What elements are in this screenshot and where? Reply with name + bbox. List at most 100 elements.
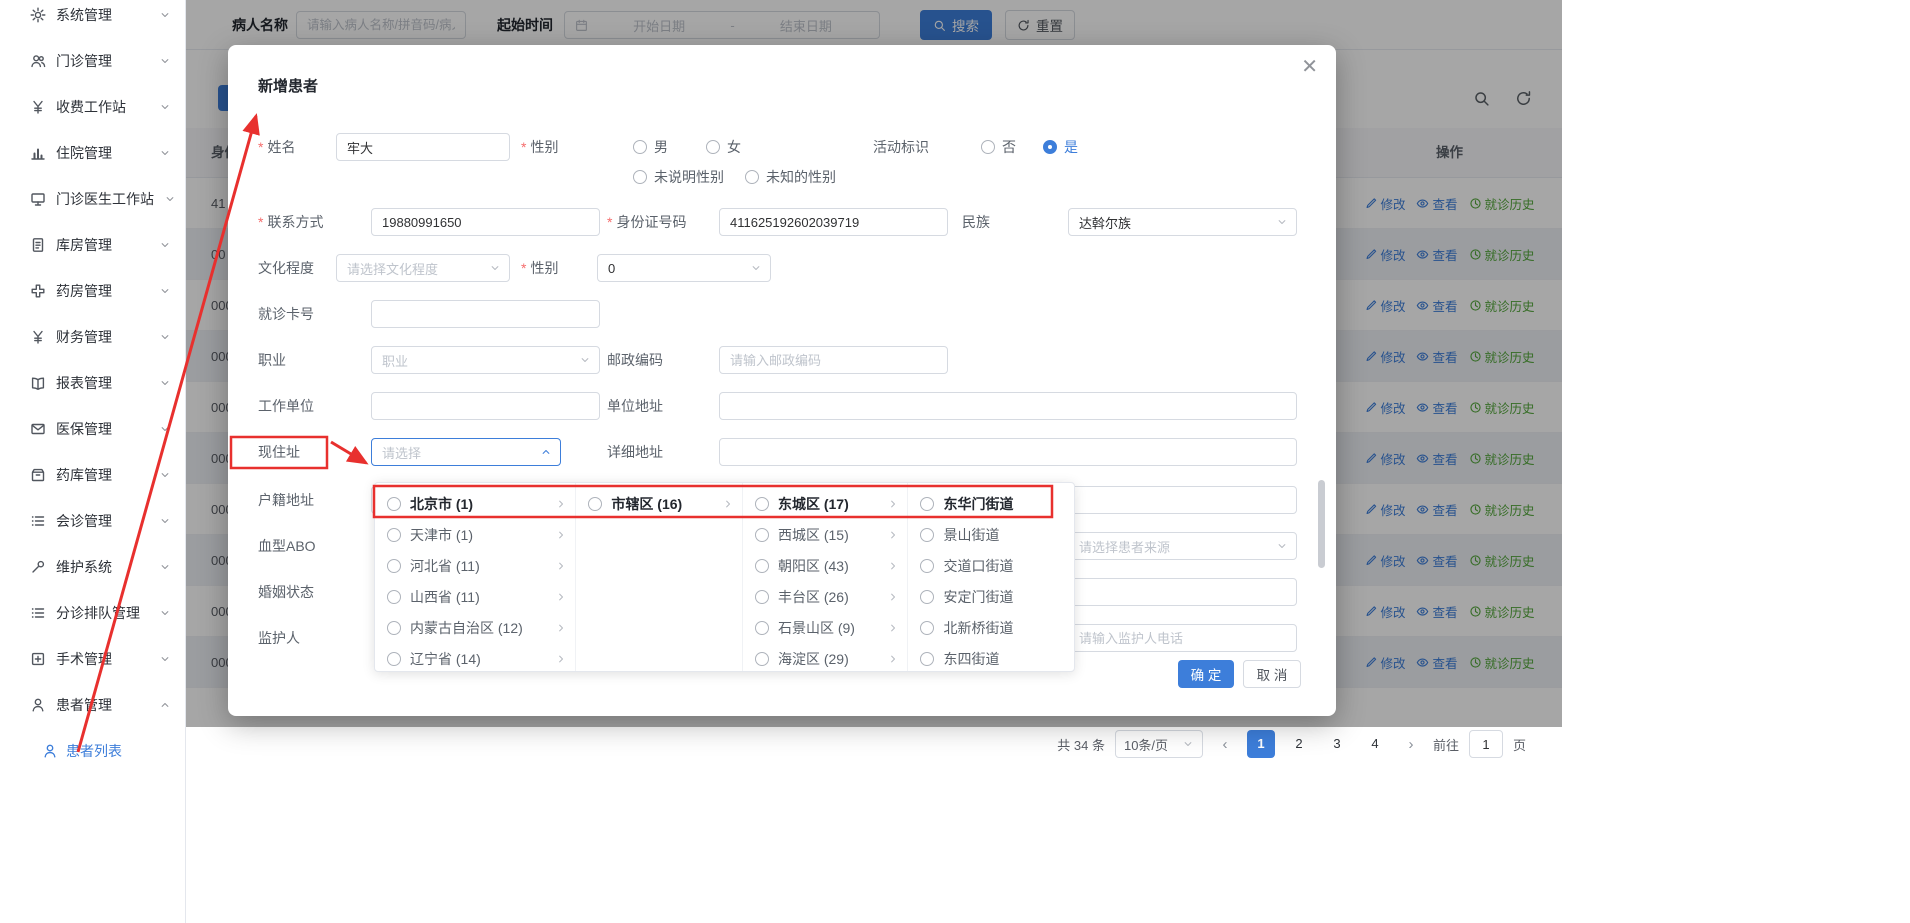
cascader-option-chaoyang[interactable]: 朝阳区 (43) [743, 550, 908, 581]
sidebar-item-finance[interactable]: 财务管理 [0, 314, 185, 360]
radio-icon [755, 652, 769, 666]
row10-right-input[interactable] [1068, 578, 1297, 606]
sidebar-item-label: 维护系统 [56, 557, 112, 577]
sidebar-item-reports[interactable]: 报表管理 [0, 360, 185, 406]
cascader-option-liaoning[interactable]: 辽宁省 (14) [375, 643, 575, 671]
sidebar-item-warehouse[interactable]: 库房管理 [0, 222, 185, 268]
sidebar-item-insurance[interactable]: 医保管理 [0, 406, 185, 452]
sidebar-item-patient-management[interactable]: 患者管理 [0, 682, 185, 728]
yen-icon [30, 329, 46, 345]
chevron-down-icon [159, 331, 171, 343]
sidebar-item-consultation[interactable]: 会诊管理 [0, 498, 185, 544]
page-button-1[interactable]: 1 [1247, 730, 1275, 758]
sidebar-item-triage-queue[interactable]: 分诊排队管理 [0, 590, 185, 636]
chevron-right-icon [555, 622, 567, 634]
cascader-option-beixinqiao[interactable]: 北新桥街道 [908, 612, 1074, 643]
required-asterisk: * [521, 260, 526, 276]
occupation-select[interactable]: 职业 [371, 346, 600, 374]
name-input[interactable] [336, 133, 510, 161]
cascader-option-haidian[interactable]: 海淀区 (29) [743, 643, 908, 671]
gender-unknown-radio[interactable]: 未知的性别 [745, 163, 836, 191]
active-flag-no-radio[interactable]: 否 [981, 133, 1016, 161]
card-no-input[interactable] [371, 300, 600, 328]
modal-scrollbar[interactable] [1318, 480, 1325, 568]
gender-label: *性别 [521, 133, 558, 161]
current-address-cascader-select[interactable]: 请选择 [371, 438, 561, 466]
work-unit-input[interactable] [371, 392, 600, 420]
page-button-2[interactable]: 2 [1285, 730, 1313, 758]
cascader-option-xicheng[interactable]: 西城区 (15) [743, 519, 908, 550]
close-icon[interactable]: ✕ [1301, 57, 1318, 77]
required-asterisk: * [258, 139, 263, 155]
cascader-option-jingshan[interactable]: 景山街道 [908, 519, 1074, 550]
gender-female-radio[interactable]: 女 [706, 133, 741, 161]
radio-icon [745, 170, 759, 184]
sidebar-item-outpatient[interactable]: 门诊管理 [0, 38, 185, 84]
sidebar-item-inpatient[interactable]: 住院管理 [0, 130, 185, 176]
goto-unit: 页 [1513, 735, 1526, 754]
postal-input[interactable] [719, 346, 948, 374]
page-size-select[interactable]: 10条/页 [1115, 730, 1203, 758]
cascader-option-dongsi[interactable]: 东四街道 [908, 643, 1074, 671]
ethnicity-select[interactable]: 达斡尔族 [1068, 208, 1297, 236]
page-button-4[interactable]: 4 [1361, 730, 1389, 758]
cascader-street-column: 东华门街道 景山街道 交道口街道 安定门街道 北新桥街道 东四街道 [908, 483, 1074, 671]
chevron-right-icon [555, 498, 567, 510]
cascader-option-dongcheng[interactable]: 东城区 (17) [743, 488, 908, 519]
education-select[interactable]: 请选择文化程度 [336, 254, 510, 282]
cascader-option-beijing[interactable]: 北京市 (1) [375, 488, 575, 519]
total-count: 共 34 条 [1057, 735, 1105, 754]
gender-male-radio[interactable]: 男 [633, 133, 668, 161]
cascader-option-shixiaqu[interactable]: 市辖区 (16) [576, 488, 742, 519]
cascader-city-column: 市辖区 (16) [576, 483, 743, 671]
cascader-option-fengtai[interactable]: 丰台区 (26) [743, 581, 908, 612]
detail-address-input[interactable] [719, 438, 1297, 466]
page-button-3[interactable]: 3 [1323, 730, 1351, 758]
tool-icon [30, 559, 46, 575]
sidebar-subitem-patient-list[interactable]: 患者列表 [0, 728, 185, 774]
radio-icon [588, 497, 602, 511]
sidebar-item-maintenance[interactable]: 维护系统 [0, 544, 185, 590]
radio-icon [387, 590, 401, 604]
gender-unstated-radio[interactable]: 未说明性别 [633, 163, 724, 191]
confirm-button[interactable]: 确 定 [1178, 660, 1234, 688]
radio-icon [387, 621, 401, 635]
address-cascader-panel: 北京市 (1) 天津市 (1) 河北省 (11) 山西省 (11) 内蒙古自治区… [374, 482, 1075, 672]
cascader-option-neimenggu[interactable]: 内蒙古自治区 (12) [375, 612, 575, 643]
radio-icon [387, 652, 401, 666]
sidebar-item-drug-storage[interactable]: 药库管理 [0, 452, 185, 498]
yen-icon [30, 99, 46, 115]
sidebar-item-system[interactable]: 系统管理 [0, 0, 185, 38]
sidebar-item-charging-station[interactable]: 收费工作站 [0, 84, 185, 130]
row8-right-input[interactable] [1068, 486, 1297, 514]
next-page-button[interactable]: › [1399, 736, 1423, 753]
active-flag-yes-radio[interactable]: 是 [1043, 133, 1078, 161]
cascader-option-hebei[interactable]: 河北省 (11) [375, 550, 575, 581]
sidebar-item-pharmacy[interactable]: 药房管理 [0, 268, 185, 314]
unit-address-input[interactable] [719, 392, 1297, 420]
guardian-phone-input[interactable] [1068, 624, 1297, 652]
cascader-option-tianjin[interactable]: 天津市 (1) [375, 519, 575, 550]
cascader-option-andingmen[interactable]: 安定门街道 [908, 581, 1074, 612]
contact-input[interactable] [371, 208, 600, 236]
cancel-button[interactable]: 取 消 [1243, 660, 1301, 688]
book-icon [30, 375, 46, 391]
cascader-option-donghuamen[interactable]: 东华门街道 [908, 488, 1074, 519]
cascader-option-shijingshan[interactable]: 石景山区 (9) [743, 612, 908, 643]
patient-source-select[interactable]: 请选择患者来源 [1068, 532, 1297, 560]
prev-page-button[interactable]: ‹ [1213, 736, 1237, 753]
gender-code-select[interactable]: 0 [597, 254, 771, 282]
monitor-icon [30, 191, 46, 207]
radio-icon [755, 528, 769, 542]
goto-page-input[interactable] [1469, 730, 1503, 758]
sidebar-item-surgery[interactable]: 手术管理 [0, 636, 185, 682]
chevron-down-icon [159, 239, 171, 251]
work-unit-label: 工作单位 [258, 392, 314, 420]
sidebar-item-label: 住院管理 [56, 143, 112, 163]
cascader-option-jiaodaokou[interactable]: 交道口街道 [908, 550, 1074, 581]
gender-code-label: *性别 [521, 254, 558, 282]
chevron-right-icon [555, 560, 567, 572]
sidebar-item-doctor-workstation[interactable]: 门诊医生工作站 [0, 176, 185, 222]
cascader-option-shanxi[interactable]: 山西省 (11) [375, 581, 575, 612]
id-number-input[interactable] [719, 208, 948, 236]
